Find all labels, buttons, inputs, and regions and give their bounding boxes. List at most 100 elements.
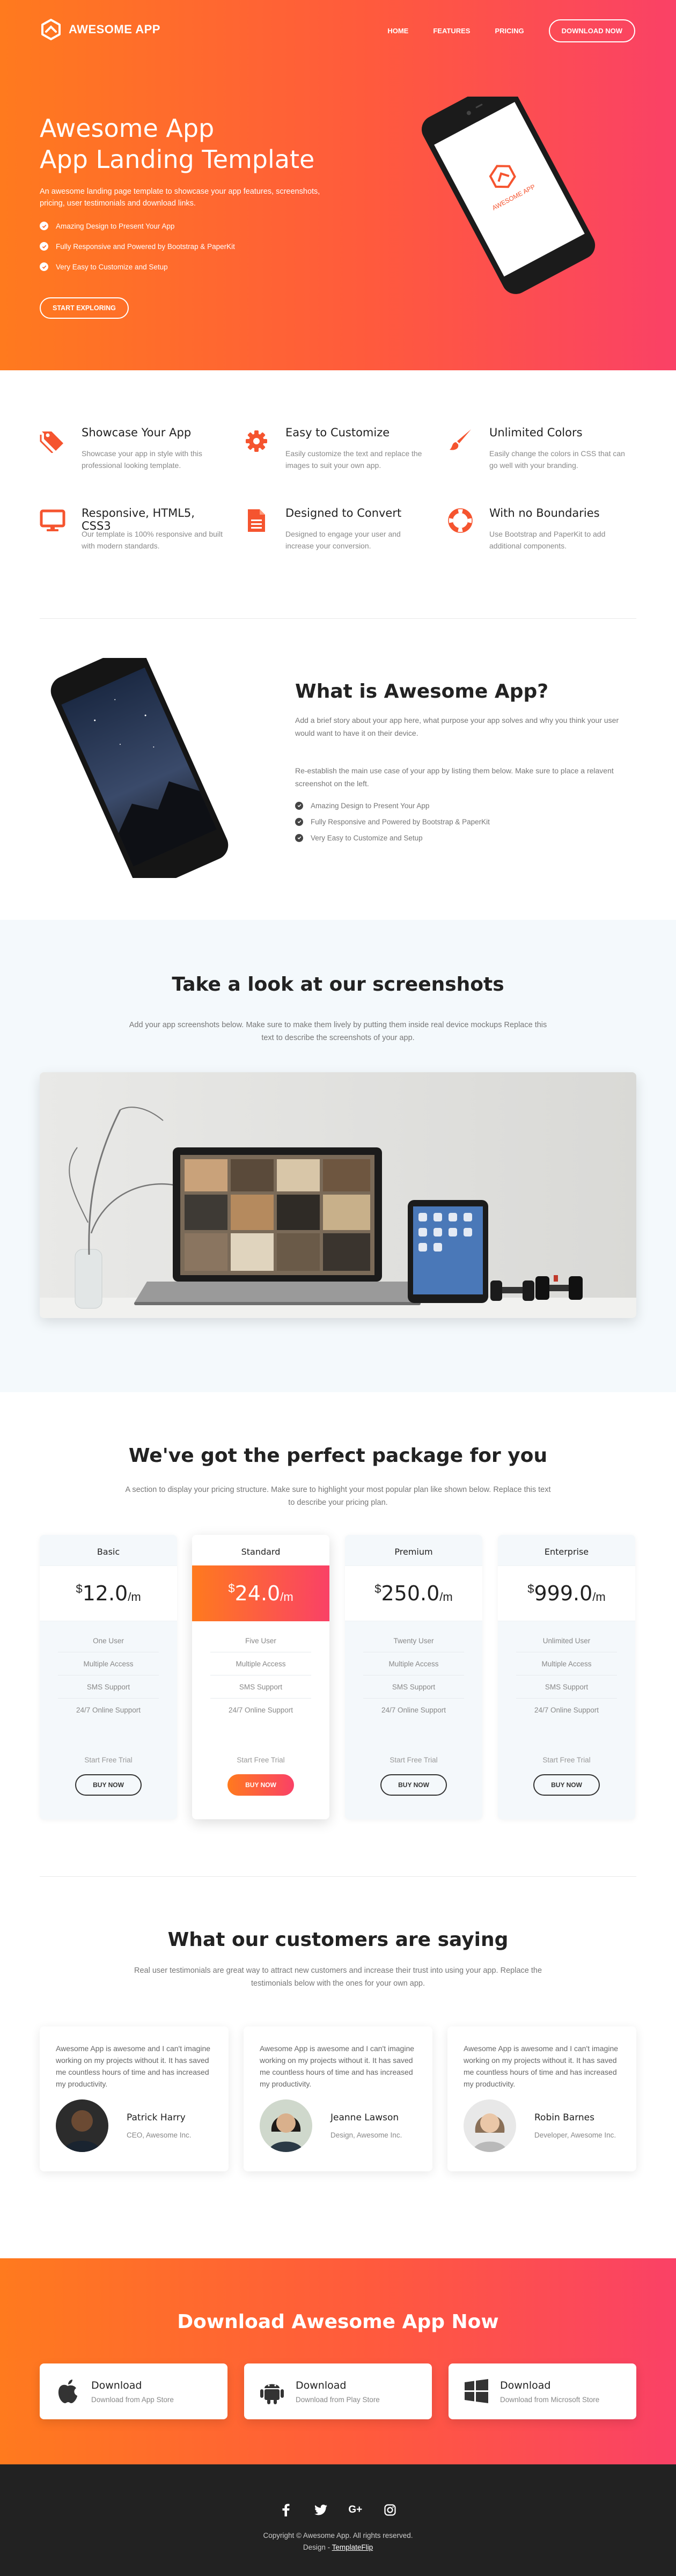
nav-menu: HOME FEATURES PRICING DOWNLOAD NOW <box>387 19 635 42</box>
start-trial-link[interactable]: Start Free Trial <box>192 1756 329 1764</box>
download-title: Download Awesome App Now <box>177 2311 499 2333</box>
plan-feature: SMS Support <box>58 1675 159 1699</box>
divider <box>40 1876 636 1877</box>
feature-title: Unlimited Colors <box>489 426 583 439</box>
facebook-icon[interactable] <box>278 2502 294 2518</box>
navbar: AWESOME APP HOME FEATURES PRICING DOWNLO… <box>0 0 676 59</box>
download-label: Download <box>91 2380 142 2391</box>
plan-features: One User Multiple Access SMS Support 24/… <box>58 1629 159 1722</box>
check-icon <box>295 833 303 842</box>
feature-item: Responsive, HTML5, CSS3 Our template is … <box>40 507 223 571</box>
hero-point: Fully Responsive and Powered by Bootstra… <box>40 236 235 257</box>
start-trial-link[interactable]: Start Free Trial <box>40 1756 177 1764</box>
feature-text: Easily customize the text and replace th… <box>285 449 422 470</box>
google-plus-icon[interactable]: G+ <box>347 2502 363 2518</box>
plan-name: Basic <box>97 1547 120 1557</box>
hero-phone-mockup: AWESOME APP <box>421 97 596 294</box>
feature-title: Designed to Convert <box>285 507 402 519</box>
screenshot-image <box>40 1072 636 1318</box>
social-links: G+ <box>278 2502 398 2518</box>
price-period: /m <box>128 1590 141 1604</box>
pricing-plan-standard: Standard $24.0/m Five User Multiple Acce… <box>192 1535 329 1819</box>
check-icon <box>295 801 303 810</box>
check-icon <box>40 262 48 271</box>
avatar <box>56 2099 108 2152</box>
plan-feature: Multiple Access <box>516 1652 617 1675</box>
check-icon <box>40 242 48 251</box>
feature-text: Designed to engage your user and increas… <box>285 530 401 550</box>
price-period: /m <box>592 1590 606 1604</box>
about-point: Very Easy to Customize and Setup <box>295 830 490 846</box>
download-sub: Download from Microsoft Store <box>500 2396 600 2404</box>
plan-feature: 24/7 Online Support <box>228 1706 293 1714</box>
about-point: Amazing Design to Present Your App <box>295 797 490 814</box>
start-trial-link[interactable]: Start Free Trial <box>345 1756 482 1764</box>
currency-symbol: $ <box>76 1582 83 1596</box>
buy-now-button[interactable]: BUY NOW <box>75 1774 142 1796</box>
document-icon <box>248 509 265 532</box>
avatar <box>260 2099 312 2152</box>
pricing-subtitle: A section to display your pricing struct… <box>125 1485 551 1507</box>
about-phone-mockup <box>50 658 229 878</box>
android-icon <box>260 2384 284 2404</box>
pricing-plan-basic: Basic $12.0/m One User Multiple Access S… <box>40 1535 177 1819</box>
testimonial-name: Jeanne Lawson <box>330 2112 399 2123</box>
download-app-store-button[interactable]: Download Download from App Store <box>40 2363 227 2419</box>
tag-icon <box>40 431 63 453</box>
feature-text: Our template is 100% responsive and buil… <box>82 530 223 550</box>
testimonial-quote: Awesome App is awesome and I can't imagi… <box>464 2044 619 2088</box>
currency-symbol: $ <box>527 1582 534 1596</box>
download-label: Download <box>500 2380 551 2391</box>
brand-logo[interactable]: AWESOME APP <box>40 18 160 41</box>
hero-points: Amazing Design to Present Your App Fully… <box>40 216 235 277</box>
plan-price: $12.0/m <box>40 1565 177 1621</box>
testimonial-card: Awesome App is awesome and I can't imagi… <box>447 2026 636 2171</box>
download-now-button[interactable]: DOWNLOAD NOW <box>548 19 635 42</box>
testimonial-card: Awesome App is awesome and I can't imagi… <box>244 2026 432 2171</box>
price-amount: 24.0 <box>234 1582 281 1605</box>
price-amount: 12.0 <box>82 1582 128 1605</box>
price-period: /m <box>439 1590 453 1604</box>
feature-item: Designed to Convert Designed to engage y… <box>244 507 426 571</box>
google-plus-text: G+ <box>348 2504 363 2515</box>
instagram-icon[interactable] <box>382 2502 398 2518</box>
plan-name: Enterprise <box>544 1547 589 1557</box>
hero-point: Very Easy to Customize and Setup <box>40 257 235 277</box>
testimonial-name: Robin Barnes <box>534 2112 595 2123</box>
plan-price: $999.0/m <box>498 1565 635 1621</box>
plan-feature: 24/7 Online Support <box>534 1706 599 1714</box>
logo-icon <box>41 19 61 40</box>
buy-now-button[interactable]: BUY NOW <box>533 1774 600 1796</box>
screenshots-subtitle: Add your app screenshots below. Make sur… <box>129 1021 547 1042</box>
download-play-store-button[interactable]: Download Download from Play Store <box>244 2363 432 2419</box>
testimonial-role: CEO, Awesome Inc. <box>127 2131 192 2139</box>
nav-link-home[interactable]: HOME <box>387 27 408 35</box>
testimonial-name: Patrick Harry <box>127 2112 186 2123</box>
feature-item: Easy to Customize Easily customize the t… <box>244 426 426 491</box>
pricing-plan-enterprise: Enterprise $999.0/m Unlimited User Multi… <box>498 1535 635 1819</box>
download-microsoft-store-button[interactable]: Download Download from Microsoft Store <box>449 2363 636 2419</box>
check-icon <box>40 222 48 230</box>
hero-point: Amazing Design to Present Your App <box>40 216 235 236</box>
start-trial-link[interactable]: Start Free Trial <box>498 1756 635 1764</box>
twitter-icon[interactable] <box>313 2502 329 2518</box>
plan-feature: Multiple Access <box>210 1652 311 1675</box>
hero-point-text: Very Easy to Customize and Setup <box>56 262 168 271</box>
design-prefix: Design - <box>303 2543 332 2551</box>
start-exploring-button[interactable]: START EXPLORING <box>40 297 129 319</box>
nav-link-features[interactable]: FEATURES <box>433 27 470 35</box>
templateflip-link[interactable]: TemplateFlip <box>332 2543 373 2551</box>
about-paragraph: Re-establish the main use case of your a… <box>295 766 614 788</box>
plan-name: Standard <box>241 1547 281 1557</box>
buy-now-button[interactable]: BUY NOW <box>380 1774 447 1796</box>
about-point-text: Amazing Design to Present Your App <box>311 801 430 810</box>
testimonial-card: Awesome App is awesome and I can't imagi… <box>40 2026 229 2171</box>
nav-link-pricing[interactable]: PRICING <box>495 27 524 35</box>
plan-price: $250.0/m <box>345 1565 482 1621</box>
buy-now-button[interactable]: BUY NOW <box>227 1774 294 1796</box>
plan-features: Five User Multiple Access SMS Support 24… <box>210 1629 311 1722</box>
hero-title-line1: Awesome App <box>40 114 215 143</box>
price-amount: 999.0 <box>534 1582 593 1605</box>
price-amount: 250.0 <box>381 1582 440 1605</box>
hero-section: AWESOME APP HOME FEATURES PRICING DOWNLO… <box>0 0 676 370</box>
